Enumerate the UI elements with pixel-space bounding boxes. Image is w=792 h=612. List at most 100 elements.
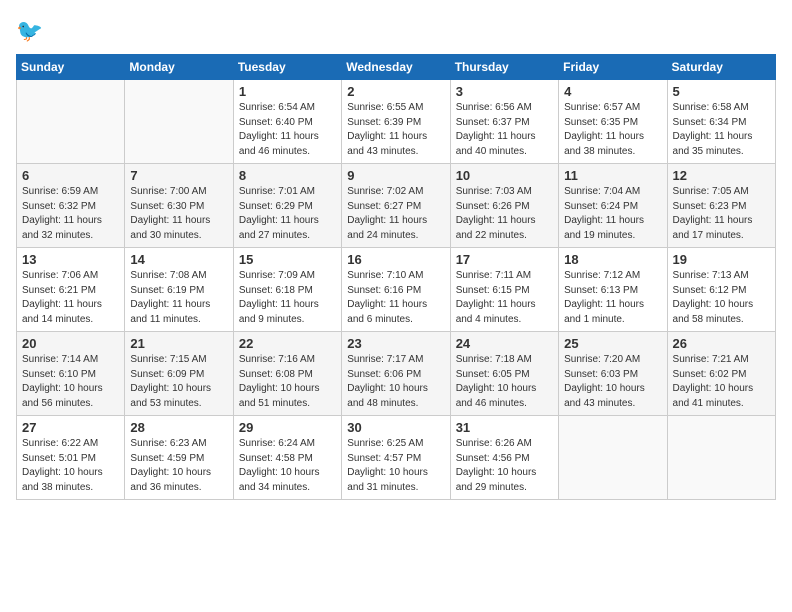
calendar-cell bbox=[667, 416, 775, 500]
daylight-text: Daylight: 10 hours and 51 minutes. bbox=[239, 382, 336, 411]
day-number: 26 bbox=[673, 336, 770, 351]
sunrise-text: Sunrise: 6:54 AM bbox=[239, 101, 336, 116]
sunset-text: Sunset: 6:39 PM bbox=[347, 116, 444, 131]
cell-content: Sunrise: 7:02 AM Sunset: 6:27 PM Dayligh… bbox=[347, 185, 444, 243]
day-number: 12 bbox=[673, 168, 770, 183]
cell-content: Sunrise: 7:20 AM Sunset: 6:03 PM Dayligh… bbox=[564, 353, 661, 411]
day-number: 13 bbox=[22, 252, 119, 267]
sunrise-text: Sunrise: 7:02 AM bbox=[347, 185, 444, 200]
day-number: 9 bbox=[347, 168, 444, 183]
sunset-text: Sunset: 6:06 PM bbox=[347, 368, 444, 383]
sunset-text: Sunset: 6:23 PM bbox=[673, 200, 770, 215]
day-number: 20 bbox=[22, 336, 119, 351]
day-number: 16 bbox=[347, 252, 444, 267]
cell-content: Sunrise: 7:13 AM Sunset: 6:12 PM Dayligh… bbox=[673, 269, 770, 327]
weekday-header-row: SundayMondayTuesdayWednesdayThursdayFrid… bbox=[17, 55, 776, 80]
calendar-week-1: 1 Sunrise: 6:54 AM Sunset: 6:40 PM Dayli… bbox=[17, 80, 776, 164]
sunrise-text: Sunrise: 7:00 AM bbox=[130, 185, 227, 200]
weekday-header-thursday: Thursday bbox=[450, 55, 558, 80]
sunset-text: Sunset: 6:15 PM bbox=[456, 284, 553, 299]
sunrise-text: Sunrise: 7:01 AM bbox=[239, 185, 336, 200]
cell-content: Sunrise: 6:23 AM Sunset: 4:59 PM Dayligh… bbox=[130, 437, 227, 495]
cell-content: Sunrise: 7:08 AM Sunset: 6:19 PM Dayligh… bbox=[130, 269, 227, 327]
daylight-text: Daylight: 10 hours and 46 minutes. bbox=[456, 382, 553, 411]
cell-content: Sunrise: 6:26 AM Sunset: 4:56 PM Dayligh… bbox=[456, 437, 553, 495]
day-number: 6 bbox=[22, 168, 119, 183]
calendar-week-3: 13 Sunrise: 7:06 AM Sunset: 6:21 PM Dayl… bbox=[17, 248, 776, 332]
daylight-text: Daylight: 11 hours and 11 minutes. bbox=[130, 298, 227, 327]
weekday-header-tuesday: Tuesday bbox=[233, 55, 341, 80]
daylight-text: Daylight: 11 hours and 22 minutes. bbox=[456, 214, 553, 243]
daylight-text: Daylight: 11 hours and 9 minutes. bbox=[239, 298, 336, 327]
cell-content: Sunrise: 7:17 AM Sunset: 6:06 PM Dayligh… bbox=[347, 353, 444, 411]
cell-content: Sunrise: 6:59 AM Sunset: 6:32 PM Dayligh… bbox=[22, 185, 119, 243]
sunset-text: Sunset: 6:35 PM bbox=[564, 116, 661, 131]
logo-icon: 🐦 bbox=[16, 16, 44, 44]
sunset-text: Sunset: 6:37 PM bbox=[456, 116, 553, 131]
sunset-text: Sunset: 6:05 PM bbox=[456, 368, 553, 383]
cell-content: Sunrise: 7:03 AM Sunset: 6:26 PM Dayligh… bbox=[456, 185, 553, 243]
sunset-text: Sunset: 6:13 PM bbox=[564, 284, 661, 299]
calendar-cell: 6 Sunrise: 6:59 AM Sunset: 6:32 PM Dayli… bbox=[17, 164, 125, 248]
calendar-cell bbox=[125, 80, 233, 164]
sunset-text: Sunset: 6:08 PM bbox=[239, 368, 336, 383]
calendar-cell: 21 Sunrise: 7:15 AM Sunset: 6:09 PM Dayl… bbox=[125, 332, 233, 416]
daylight-text: Daylight: 10 hours and 34 minutes. bbox=[239, 466, 336, 495]
sunset-text: Sunset: 6:32 PM bbox=[22, 200, 119, 215]
sunset-text: Sunset: 6:29 PM bbox=[239, 200, 336, 215]
daylight-text: Daylight: 11 hours and 30 minutes. bbox=[130, 214, 227, 243]
weekday-header-wednesday: Wednesday bbox=[342, 55, 450, 80]
daylight-text: Daylight: 11 hours and 38 minutes. bbox=[564, 130, 661, 159]
calendar-cell: 31 Sunrise: 6:26 AM Sunset: 4:56 PM Dayl… bbox=[450, 416, 558, 500]
daylight-text: Daylight: 11 hours and 43 minutes. bbox=[347, 130, 444, 159]
calendar-cell: 22 Sunrise: 7:16 AM Sunset: 6:08 PM Dayl… bbox=[233, 332, 341, 416]
day-number: 22 bbox=[239, 336, 336, 351]
sunrise-text: Sunrise: 7:06 AM bbox=[22, 269, 119, 284]
sunset-text: Sunset: 6:34 PM bbox=[673, 116, 770, 131]
sunrise-text: Sunrise: 7:11 AM bbox=[456, 269, 553, 284]
calendar-cell: 1 Sunrise: 6:54 AM Sunset: 6:40 PM Dayli… bbox=[233, 80, 341, 164]
sunrise-text: Sunrise: 6:56 AM bbox=[456, 101, 553, 116]
day-number: 5 bbox=[673, 84, 770, 99]
sunrise-text: Sunrise: 7:21 AM bbox=[673, 353, 770, 368]
daylight-text: Daylight: 11 hours and 32 minutes. bbox=[22, 214, 119, 243]
daylight-text: Daylight: 10 hours and 53 minutes. bbox=[130, 382, 227, 411]
day-number: 15 bbox=[239, 252, 336, 267]
daylight-text: Daylight: 10 hours and 29 minutes. bbox=[456, 466, 553, 495]
day-number: 17 bbox=[456, 252, 553, 267]
sunrise-text: Sunrise: 7:15 AM bbox=[130, 353, 227, 368]
daylight-text: Daylight: 11 hours and 27 minutes. bbox=[239, 214, 336, 243]
day-number: 25 bbox=[564, 336, 661, 351]
day-number: 29 bbox=[239, 420, 336, 435]
weekday-header-saturday: Saturday bbox=[667, 55, 775, 80]
sunset-text: Sunset: 6:40 PM bbox=[239, 116, 336, 131]
calendar-cell: 25 Sunrise: 7:20 AM Sunset: 6:03 PM Dayl… bbox=[559, 332, 667, 416]
day-number: 28 bbox=[130, 420, 227, 435]
cell-content: Sunrise: 7:01 AM Sunset: 6:29 PM Dayligh… bbox=[239, 185, 336, 243]
sunrise-text: Sunrise: 6:57 AM bbox=[564, 101, 661, 116]
day-number: 31 bbox=[456, 420, 553, 435]
sunrise-text: Sunrise: 7:16 AM bbox=[239, 353, 336, 368]
calendar-cell: 12 Sunrise: 7:05 AM Sunset: 6:23 PM Dayl… bbox=[667, 164, 775, 248]
cell-content: Sunrise: 7:16 AM Sunset: 6:08 PM Dayligh… bbox=[239, 353, 336, 411]
calendar-cell: 8 Sunrise: 7:01 AM Sunset: 6:29 PM Dayli… bbox=[233, 164, 341, 248]
calendar-cell: 24 Sunrise: 7:18 AM Sunset: 6:05 PM Dayl… bbox=[450, 332, 558, 416]
calendar-cell: 5 Sunrise: 6:58 AM Sunset: 6:34 PM Dayli… bbox=[667, 80, 775, 164]
day-number: 21 bbox=[130, 336, 227, 351]
daylight-text: Daylight: 11 hours and 17 minutes. bbox=[673, 214, 770, 243]
daylight-text: Daylight: 10 hours and 36 minutes. bbox=[130, 466, 227, 495]
calendar-cell: 29 Sunrise: 6:24 AM Sunset: 4:58 PM Dayl… bbox=[233, 416, 341, 500]
daylight-text: Daylight: 10 hours and 58 minutes. bbox=[673, 298, 770, 327]
sunset-text: Sunset: 5:01 PM bbox=[22, 452, 119, 467]
sunset-text: Sunset: 6:30 PM bbox=[130, 200, 227, 215]
cell-content: Sunrise: 6:22 AM Sunset: 5:01 PM Dayligh… bbox=[22, 437, 119, 495]
calendar-cell: 14 Sunrise: 7:08 AM Sunset: 6:19 PM Dayl… bbox=[125, 248, 233, 332]
sunrise-text: Sunrise: 7:03 AM bbox=[456, 185, 553, 200]
sunrise-text: Sunrise: 6:24 AM bbox=[239, 437, 336, 452]
day-number: 10 bbox=[456, 168, 553, 183]
calendar-cell: 17 Sunrise: 7:11 AM Sunset: 6:15 PM Dayl… bbox=[450, 248, 558, 332]
sunrise-text: Sunrise: 7:17 AM bbox=[347, 353, 444, 368]
cell-content: Sunrise: 6:57 AM Sunset: 6:35 PM Dayligh… bbox=[564, 101, 661, 159]
sunset-text: Sunset: 6:24 PM bbox=[564, 200, 661, 215]
cell-content: Sunrise: 6:25 AM Sunset: 4:57 PM Dayligh… bbox=[347, 437, 444, 495]
